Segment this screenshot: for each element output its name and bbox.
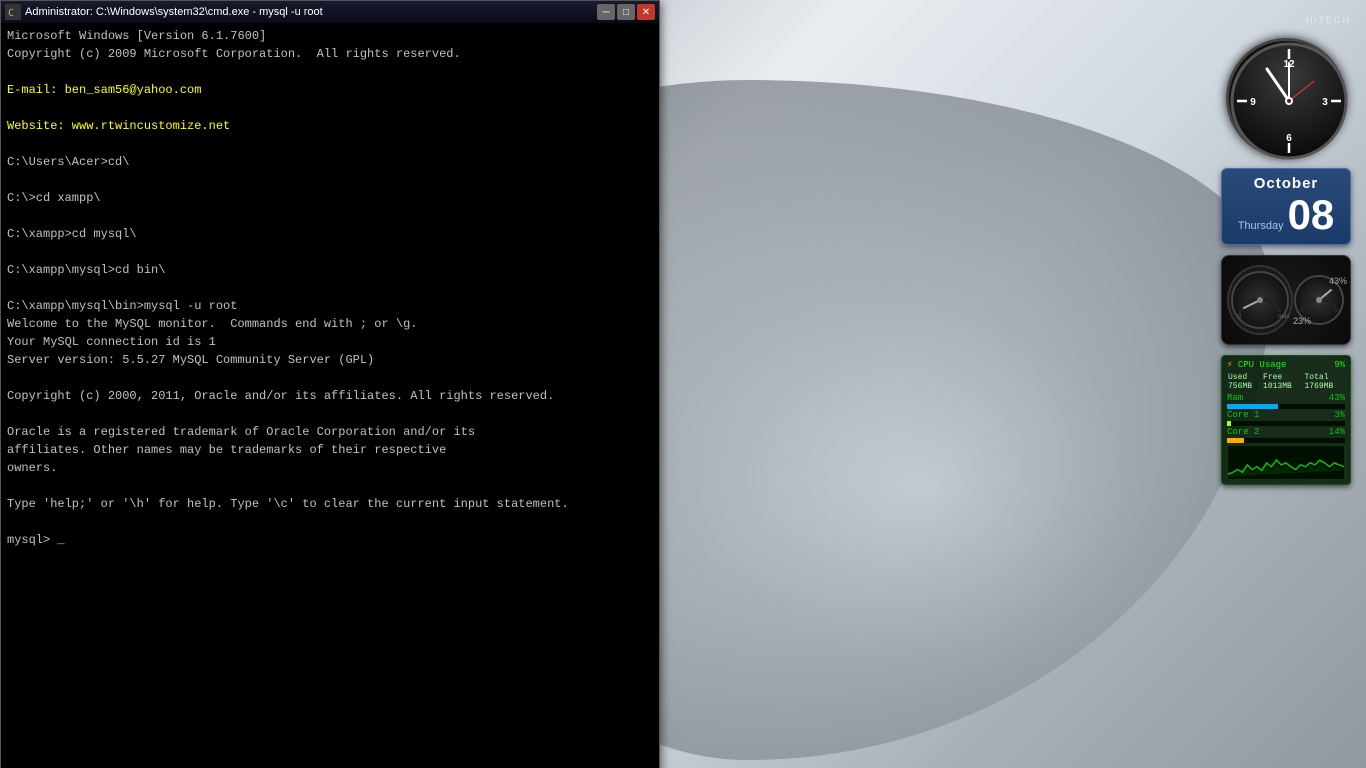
cmd-line: [7, 405, 653, 423]
core2-bar: [1227, 438, 1244, 443]
cmd-line: Microsoft Windows [Version 6.1.7600]: [7, 27, 653, 45]
cmd-line: Your MySQL connection id is 1: [7, 333, 653, 351]
free-value: 1013MB: [1262, 382, 1303, 391]
cmd-line: Welcome to the MySQL monitor. Commands e…: [7, 315, 653, 333]
svg-text:6: 6: [1286, 133, 1292, 144]
gauge-svg-left: 0 max: [1230, 270, 1290, 330]
calendar-widget: October Thursday 08: [1221, 168, 1351, 245]
cmd-window: C Administrator: C:\Windows\system32\cmd…: [0, 0, 660, 768]
cmd-line: [7, 243, 653, 261]
cmd-line: [7, 279, 653, 297]
cmd-line: Website: www.rtwincustomize.net: [7, 117, 653, 135]
ram-bar-container: [1227, 404, 1345, 409]
svg-text:C: C: [8, 8, 14, 18]
cmd-line: Copyright (c) 2000, 2011, Oracle and/or …: [7, 387, 653, 405]
cpu-table-values: 756MB 1013MB 1769MB: [1227, 382, 1345, 391]
calendar-month: October: [1232, 175, 1340, 192]
cmd-titlebar: C Administrator: C:\Windows\system32\cmd…: [1, 1, 659, 23]
core1-value: 3%: [1334, 410, 1345, 420]
close-button[interactable]: ✕: [637, 4, 655, 20]
cpu-title: CPU Usage: [1238, 360, 1287, 370]
clock-widget: 12 3 6 9: [1226, 38, 1346, 158]
used-value: 756MB: [1227, 382, 1262, 391]
cmd-line: [7, 513, 653, 531]
cmd-icon: C: [5, 4, 21, 20]
gauge-percent-43: 43%: [1329, 276, 1347, 286]
core1-bar: [1227, 421, 1231, 426]
cmd-line: Copyright (c) 2009 Microsoft Corporation…: [7, 45, 653, 63]
cpu-widget: ⚡ CPU Usage 9% Used Free Total 756MB 101…: [1221, 355, 1351, 485]
cpu-bars: Ram 43% Core 1 3% Core 2 14%: [1227, 393, 1345, 443]
core2-value: 14%: [1329, 427, 1345, 437]
cmd-line: C:\Users\Acer>cd\: [7, 153, 653, 171]
cmd-line: [7, 171, 653, 189]
hitech-label-container: HiTECH: [1221, 10, 1351, 28]
total-value: 1769MB: [1304, 382, 1346, 391]
cmd-line: [7, 99, 653, 117]
cpu-header: ⚡ CPU Usage 9%: [1227, 360, 1345, 370]
cmd-line: [7, 135, 653, 153]
maximize-button[interactable]: □: [617, 4, 635, 20]
cpu-graph-svg: [1228, 446, 1344, 479]
svg-text:max: max: [1278, 314, 1289, 320]
core1-label: Core 1: [1227, 410, 1259, 420]
cmd-line: affiliates. Other names may be trademark…: [7, 441, 653, 459]
cmd-line: [7, 63, 653, 81]
cmd-line: Type 'help;' or '\h' for help. Type '\c'…: [7, 495, 653, 513]
desktop: C Administrator: C:\Windows\system32\cmd…: [0, 0, 1366, 768]
cmd-line: Server version: 5.5.27 MySQL Community S…: [7, 351, 653, 369]
cmd-line: Oracle is a registered trademark of Orac…: [7, 423, 653, 441]
cmd-window-buttons: ─ □ ✕: [597, 4, 655, 20]
core2-label: Core 2: [1227, 427, 1259, 437]
cmd-line: owners.: [7, 459, 653, 477]
used-label: Used: [1227, 373, 1262, 382]
gauge-dial-right: 43% 23%: [1293, 274, 1345, 326]
cmd-line: C:\>cd xampp\: [7, 189, 653, 207]
cmd-line: [7, 477, 653, 495]
clock-face: 12 3 6 9: [1226, 38, 1346, 158]
ram-value: 43%: [1329, 393, 1345, 403]
cmd-line: C:\xampp\mysql>cd bin\: [7, 261, 653, 279]
cmd-line: C:\xampp\mysql\bin>mysql -u root: [7, 297, 653, 315]
svg-text:9: 9: [1250, 97, 1256, 108]
ram-label: Ram: [1227, 393, 1243, 403]
calendar-day-name: Thursday: [1238, 220, 1284, 232]
cmd-line: [7, 369, 653, 387]
gauge-widget: 0 max 43% 23%: [1221, 255, 1351, 345]
minimize-button[interactable]: ─: [597, 4, 615, 20]
cmd-output[interactable]: Microsoft Windows [Version 6.1.7600] Cop…: [1, 23, 659, 768]
cmd-line: E-mail: ben_sam56@yahoo.com: [7, 81, 653, 99]
cmd-prompt[interactable]: mysql> _: [7, 531, 653, 549]
cpu-table-header: Used Free Total: [1227, 373, 1345, 382]
gauge-right-panel: 43% 23%: [1293, 261, 1345, 339]
gauge-dial-left: 0 max: [1227, 265, 1293, 335]
cpu-stats-table: Used Free Total 756MB 1013MB 1769MB: [1227, 373, 1345, 391]
cpu-icon: ⚡: [1227, 360, 1232, 370]
cmd-title-text: Administrator: C:\Windows\system32\cmd.e…: [25, 6, 323, 18]
calendar-date: 08: [1288, 192, 1335, 238]
core2-bar-container: [1227, 438, 1345, 443]
cmd-title-left: C Administrator: C:\Windows\system32\cmd…: [5, 4, 323, 20]
cpu-graph: [1227, 445, 1345, 480]
ram-bar: [1227, 404, 1278, 409]
hitech-label: HiTECH: [1306, 15, 1351, 25]
gauge-percent-23: 23%: [1293, 316, 1311, 326]
clock-svg: 12 3 6 9: [1229, 41, 1349, 161]
cmd-line: [7, 207, 653, 225]
free-label: Free: [1262, 373, 1303, 382]
svg-text:3: 3: [1322, 97, 1328, 108]
widgets-panel: HiTECH: [1216, 10, 1356, 485]
cmd-line: C:\xampp>cd mysql\: [7, 225, 653, 243]
core1-bar-container: [1227, 421, 1345, 426]
cpu-usage-percent: 9%: [1334, 360, 1345, 370]
total-label: Total: [1304, 373, 1346, 382]
